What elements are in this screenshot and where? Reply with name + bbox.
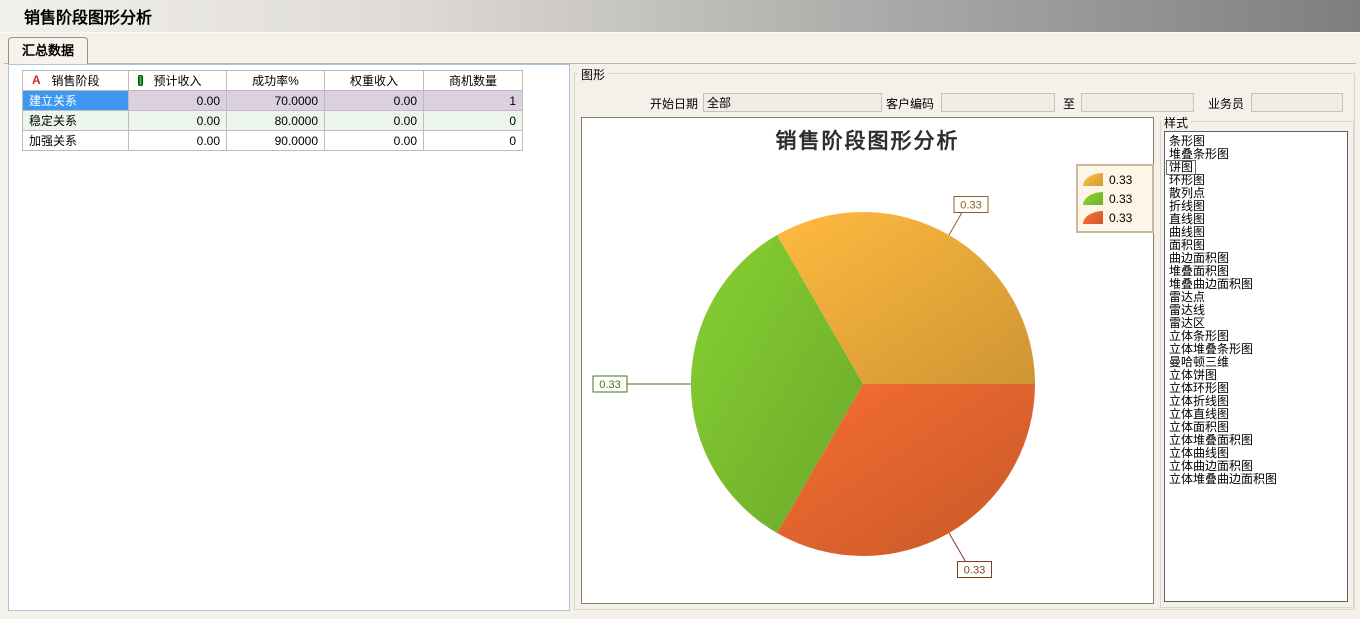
cell-opportunities[interactable]: 0 bbox=[424, 131, 523, 151]
column-header-label: 预计收入 bbox=[153, 74, 201, 88]
column-header-label: 成功率% bbox=[252, 74, 299, 88]
sort-bar-icon bbox=[138, 75, 143, 86]
tab-label: 汇总数据 bbox=[22, 43, 74, 58]
window-title-bar: 销售阶段图形分析 bbox=[0, 0, 1360, 33]
table-row[interactable]: 建立关系 0.00 70.0000 0.00 1 bbox=[23, 91, 523, 111]
cell-success-rate[interactable]: 80.0000 bbox=[227, 111, 325, 131]
column-header-success-rate[interactable]: 成功率% bbox=[227, 71, 325, 91]
label-leader-line bbox=[949, 533, 966, 562]
salesperson-input[interactable] bbox=[1251, 93, 1343, 112]
slice-value-label: 0.33 bbox=[599, 379, 620, 391]
legend-item: 0.33 bbox=[1083, 208, 1147, 227]
chart-legend: 0.33 0.33 0.33 bbox=[1076, 164, 1154, 233]
style-list-item[interactable]: 立体堆叠曲边面积图 bbox=[1167, 473, 1279, 486]
column-header-expected-income[interactable]: 预计收入 bbox=[129, 71, 227, 91]
start-date-input[interactable] bbox=[703, 93, 882, 112]
slice-value-label: 0.33 bbox=[964, 565, 985, 577]
pie-slice-icon bbox=[1083, 211, 1103, 224]
sales-stage-table: A 销售阶段 预计收入 成功率% 权重收入 商机数量 bbox=[22, 70, 523, 151]
start-date-label: 开始日期 bbox=[640, 95, 698, 113]
salesperson-label: 业务员 bbox=[1200, 95, 1244, 113]
legend-value: 0.33 bbox=[1109, 173, 1132, 187]
table-header-row: A 销售阶段 预计收入 成功率% 权重收入 商机数量 bbox=[23, 71, 523, 91]
sort-a-icon: A bbox=[32, 73, 41, 87]
label-leader-line bbox=[949, 213, 962, 236]
tab-strip-divider bbox=[4, 63, 1356, 64]
cell-weighted-income[interactable]: 0.00 bbox=[325, 131, 424, 151]
pie-slice-icon bbox=[1083, 192, 1103, 205]
legend-value: 0.33 bbox=[1109, 192, 1132, 206]
cell-success-rate[interactable]: 90.0000 bbox=[227, 131, 325, 151]
slice-value-label: 0.33 bbox=[960, 200, 981, 212]
summary-table-panel: A 销售阶段 预计收入 成功率% 权重收入 商机数量 bbox=[8, 64, 570, 611]
column-header-weighted-income[interactable]: 权重收入 bbox=[325, 71, 424, 91]
chart-title: 销售阶段图形分析 bbox=[582, 125, 1153, 155]
customer-code-label: 客户编码 bbox=[882, 95, 934, 113]
legend-item: 0.33 bbox=[1083, 189, 1147, 208]
column-header-stage[interactable]: A 销售阶段 bbox=[23, 71, 129, 91]
to-label: 至 bbox=[1061, 95, 1077, 113]
cell-expected-income[interactable]: 0.00 bbox=[129, 111, 227, 131]
cell-stage[interactable]: 稳定关系 bbox=[23, 111, 129, 131]
style-group-label: 样式 bbox=[1161, 114, 1191, 131]
cell-stage-selected[interactable]: 建立关系 bbox=[23, 91, 129, 111]
style-list[interactable]: 条形图堆叠条形图饼图环形图散列点折线图直线图曲线图面积图曲边面积图堆叠面积图堆叠… bbox=[1164, 131, 1348, 602]
cell-weighted-income[interactable]: 0.00 bbox=[325, 111, 424, 131]
column-header-label: 销售阶段 bbox=[51, 74, 99, 88]
page-title: 销售阶段图形分析 bbox=[24, 4, 152, 28]
legend-item: 0.33 bbox=[1083, 170, 1147, 189]
column-header-label: 商机数量 bbox=[449, 74, 497, 88]
column-header-label: 权重收入 bbox=[350, 74, 398, 88]
tab-summary-data[interactable]: 汇总数据 bbox=[8, 37, 88, 64]
cell-weighted-income[interactable]: 0.00 bbox=[325, 91, 424, 111]
graph-group-label: 图形 bbox=[578, 66, 608, 83]
table-row[interactable]: 加强关系 0.00 90.0000 0.00 0 bbox=[23, 131, 523, 151]
cell-opportunities[interactable]: 1 bbox=[424, 91, 523, 111]
cell-opportunities[interactable]: 0 bbox=[424, 111, 523, 131]
cell-stage[interactable]: 加强关系 bbox=[23, 131, 129, 151]
customer-code-to-input[interactable] bbox=[1081, 93, 1194, 112]
chart-area: 0.33 0.33 0.33 销售阶段图形分析 0.33 0.33 0.33 bbox=[581, 117, 1154, 604]
legend-value: 0.33 bbox=[1109, 211, 1132, 225]
cell-expected-income[interactable]: 0.00 bbox=[129, 131, 227, 151]
pie-svg: 0.33 0.33 0.33 bbox=[582, 118, 1153, 603]
cell-expected-income[interactable]: 0.00 bbox=[129, 91, 227, 111]
table-row[interactable]: 稳定关系 0.00 80.0000 0.00 0 bbox=[23, 111, 523, 131]
pie-slice-icon bbox=[1083, 173, 1103, 186]
cell-success-rate[interactable]: 70.0000 bbox=[227, 91, 325, 111]
customer-code-input[interactable] bbox=[941, 93, 1055, 112]
column-header-opportunity-count[interactable]: 商机数量 bbox=[424, 71, 523, 91]
